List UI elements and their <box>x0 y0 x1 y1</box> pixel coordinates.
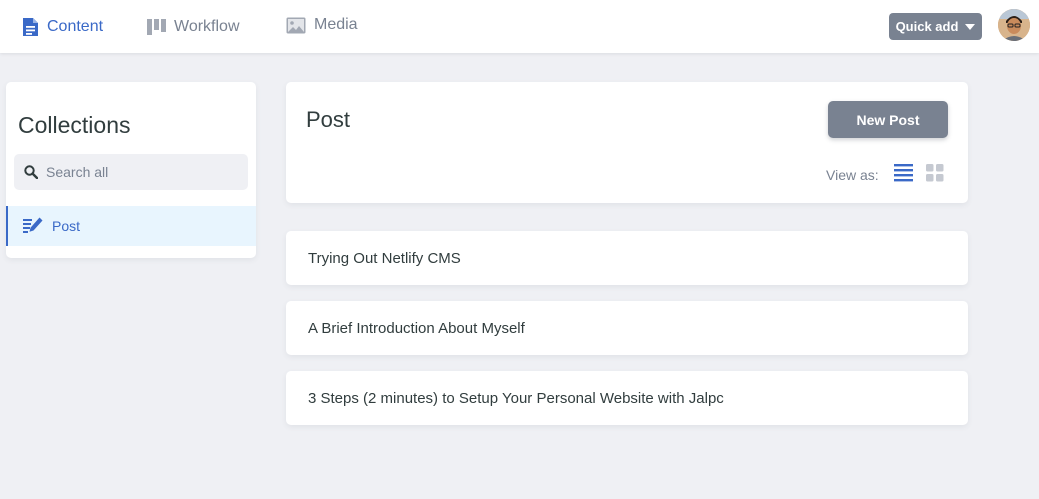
entry-title: Trying Out Netlify CMS <box>308 250 461 267</box>
app-header: Content Workflow Media Quick add <box>0 0 1039 53</box>
tab-content-label: Content <box>47 18 104 35</box>
entry-card[interactable]: 3 Steps (2 minutes) to Setup Your Person… <box>286 371 968 425</box>
quick-add-button[interactable]: Quick add <box>889 13 982 40</box>
page-title: Post <box>306 107 351 132</box>
entry-title: 3 Steps (2 minutes) to Setup Your Person… <box>308 390 724 407</box>
collections-sidebar: Collections Post <box>6 82 256 258</box>
tab-content[interactable]: Content <box>22 14 103 40</box>
new-post-button[interactable]: New Post <box>828 101 948 138</box>
grid-view-icon[interactable] <box>926 164 946 182</box>
sidebar-title: Collections <box>18 112 131 138</box>
sidebar-item-label: Post <box>52 218 81 234</box>
search-box <box>14 154 248 190</box>
tab-media[interactable]: Media <box>286 12 358 38</box>
quick-add-label: Quick add <box>895 19 959 34</box>
document-icon <box>22 17 39 37</box>
entry-card[interactable]: A Brief Introduction About Myself <box>286 301 968 355</box>
user-avatar-icon <box>998 9 1030 41</box>
avatar[interactable] <box>998 9 1030 41</box>
collection-header-card: Post New Post View as: <box>286 82 968 203</box>
write-icon <box>23 217 43 240</box>
new-post-label: New Post <box>856 111 920 128</box>
entry-title: A Brief Introduction About Myself <box>308 320 525 337</box>
sidebar-item-post[interactable]: Post <box>6 206 256 246</box>
tab-workflow-label: Workflow <box>174 18 240 35</box>
search-input[interactable] <box>44 154 244 190</box>
search-icon <box>24 165 39 184</box>
workflow-board-icon <box>147 19 166 35</box>
view-as-label: View as: <box>826 167 879 183</box>
tab-media-label: Media <box>314 16 358 33</box>
chevron-down-icon <box>965 23 976 30</box>
entry-card[interactable]: Trying Out Netlify CMS <box>286 231 968 285</box>
tab-workflow[interactable]: Workflow <box>147 14 240 40</box>
list-view-icon[interactable] <box>894 164 914 182</box>
image-icon <box>286 17 306 34</box>
